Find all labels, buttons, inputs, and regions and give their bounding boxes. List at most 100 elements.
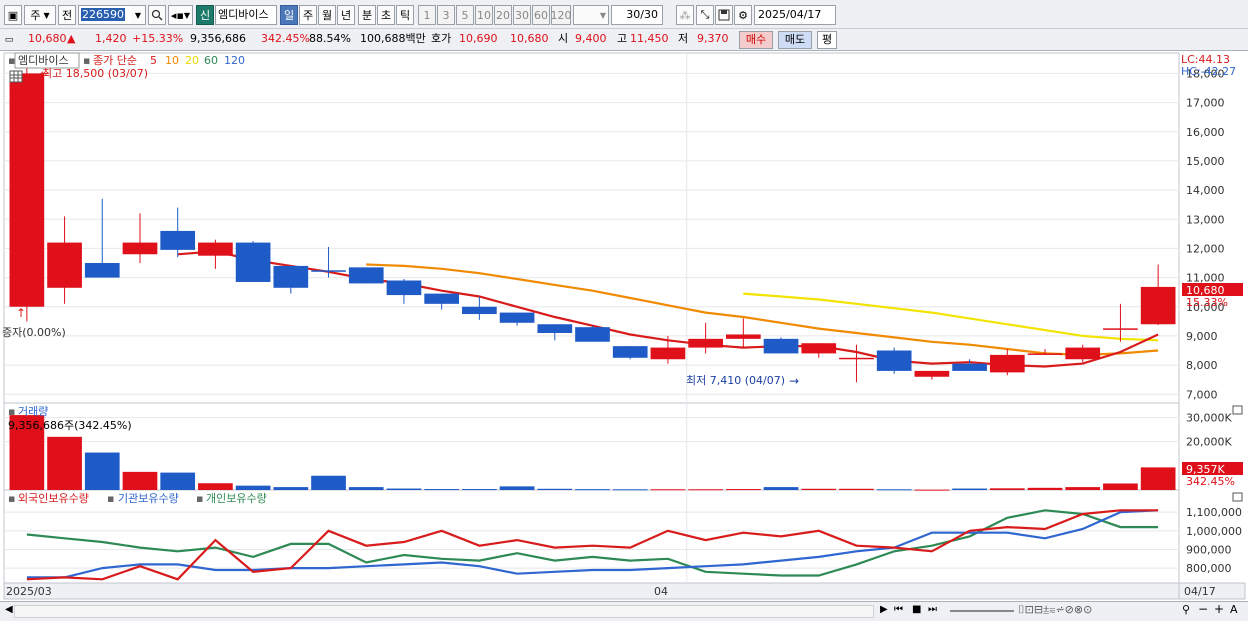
zoom-icon[interactable]: ⚲ bbox=[1182, 603, 1190, 616]
interval-5[interactable]: 5 bbox=[456, 5, 474, 25]
volume-bar bbox=[989, 488, 1025, 490]
legend-ma10: 10 bbox=[165, 54, 179, 67]
legend-stock-name[interactable]: 엠디바이스 bbox=[18, 54, 69, 67]
auto-scale-icon[interactable]: A bbox=[1230, 603, 1238, 616]
draw-tools-icon[interactable]: ⌷⊡⊟⩲⩳⩫⊘⊗⊙ bbox=[1018, 603, 1092, 617]
zoom-in-icon[interactable]: + bbox=[1214, 602, 1224, 616]
candle-body bbox=[612, 346, 648, 358]
volume-bar bbox=[1103, 483, 1138, 490]
x-axis-mid: 04 bbox=[654, 585, 668, 598]
play-icon[interactable]: ⏭ bbox=[928, 604, 937, 615]
volume-bar bbox=[725, 489, 761, 491]
legend-ma20: 20 bbox=[185, 54, 199, 67]
holdings-close-icon[interactable] bbox=[1232, 492, 1243, 502]
hc-label: HC:-42.27 bbox=[1181, 65, 1236, 78]
zoom-slider[interactable] bbox=[950, 610, 1014, 612]
period-second[interactable]: 초 bbox=[377, 5, 395, 25]
date-input[interactable]: 2025/04/17 bbox=[754, 5, 836, 25]
scroll-left-icon[interactable]: ◀ bbox=[5, 604, 13, 615]
candle-body bbox=[839, 357, 874, 360]
volume-bar bbox=[650, 489, 686, 491]
low-note: 최저 7,410 (04/07) bbox=[686, 374, 785, 387]
period-week[interactable]: 주 bbox=[299, 5, 317, 25]
eval-button[interactable]: 평 bbox=[817, 31, 837, 49]
main-toolbar: ▣ 주 ▼ 전 226590 ▼ ◂▪ ▼ 신 엠디바이스 일 주 월 년 분 초 … bbox=[0, 0, 1248, 29]
volume-bar bbox=[1065, 487, 1101, 490]
period-day[interactable]: 일 bbox=[280, 5, 298, 25]
period-select[interactable]: 주 ▼ bbox=[24, 5, 56, 25]
period-minute[interactable]: 분 bbox=[358, 5, 376, 25]
volume-bar bbox=[575, 489, 610, 491]
candle-body bbox=[725, 334, 761, 339]
price-change: 1,420 bbox=[95, 32, 127, 45]
volume-ratio: 342.45% bbox=[261, 32, 310, 45]
zoom-out-icon[interactable]: − bbox=[1198, 602, 1208, 616]
interval-120[interactable]: 120 bbox=[551, 5, 572, 25]
hoga-ask: 10,690 bbox=[459, 32, 498, 45]
prev-button[interactable]: 전 bbox=[58, 5, 76, 25]
event-arrow-icon: ↑ bbox=[16, 306, 26, 320]
save-icon[interactable] bbox=[715, 5, 733, 25]
interval-3[interactable]: 3 bbox=[437, 5, 455, 25]
candle-body bbox=[1103, 328, 1138, 330]
period-month[interactable]: 월 bbox=[318, 5, 336, 25]
scroll-right-icon[interactable]: ▶ bbox=[880, 604, 888, 615]
candle-body bbox=[688, 338, 723, 348]
gear-icon[interactable]: ⚙ bbox=[734, 5, 752, 25]
price-chart[interactable]: 7,0008,0009,00010,00011,00012,00013,0001… bbox=[0, 51, 1248, 602]
search-icon[interactable] bbox=[148, 5, 166, 25]
low-price: 9,370 bbox=[697, 32, 729, 45]
interval-30[interactable]: 30 bbox=[513, 5, 531, 25]
candle-body bbox=[1027, 353, 1063, 355]
period-tick[interactable]: 틱 bbox=[396, 5, 414, 25]
stop-icon[interactable]: ■ bbox=[912, 604, 921, 615]
svg-text:▪: ▪ bbox=[107, 492, 114, 505]
price-tick-label: 13,000 bbox=[1186, 213, 1225, 226]
volume-bar bbox=[688, 489, 723, 491]
price-tick-label: 15,000 bbox=[1186, 155, 1225, 168]
candle-body bbox=[1065, 347, 1101, 360]
candle-body bbox=[989, 354, 1025, 373]
window-icon[interactable]: ▣ bbox=[4, 5, 22, 25]
period-year[interactable]: 년 bbox=[337, 5, 355, 25]
price-tick-label: 8,000 bbox=[1186, 359, 1218, 372]
price-tick-label: 16,000 bbox=[1186, 126, 1225, 139]
first-icon[interactable]: ⏮ bbox=[894, 604, 903, 615]
volume-bar bbox=[462, 489, 497, 491]
volume-bar bbox=[876, 489, 912, 491]
candle-body bbox=[499, 312, 535, 323]
chart-area[interactable]: 7,000 8,000 9,000 10,000 11,000 12,000 13,000 1… bbox=[0, 51, 1248, 602]
horizontal-scrollbar[interactable] bbox=[14, 605, 874, 618]
price-tick-label: 17,000 bbox=[1186, 97, 1225, 110]
open-label: 시 bbox=[558, 32, 569, 45]
code-dropdown-icon[interactable]: ▼ bbox=[131, 5, 146, 25]
volume-close-icon[interactable] bbox=[1232, 405, 1243, 415]
sell-button[interactable]: 매도 bbox=[778, 31, 812, 49]
candle-body bbox=[424, 293, 460, 304]
interval-60[interactable]: 60 bbox=[532, 5, 550, 25]
interval-1[interactable]: 1 bbox=[418, 5, 436, 25]
foreign-holding-label: 외국인보유수량 bbox=[18, 492, 89, 505]
volume-bar bbox=[1027, 487, 1063, 490]
candle-body bbox=[1140, 286, 1176, 325]
candle-body bbox=[462, 306, 497, 315]
scroll-mode-icon[interactable]: ⁂ bbox=[676, 5, 694, 25]
buy-button[interactable]: 매수 bbox=[739, 31, 773, 49]
interval-10[interactable]: 10 bbox=[475, 5, 493, 25]
volume-bar bbox=[499, 486, 535, 490]
crosshair-icon[interactable]: ⤡ bbox=[696, 5, 714, 25]
panel-icon[interactable]: ▭ bbox=[4, 31, 14, 49]
interval-select[interactable]: ▼ bbox=[573, 5, 609, 25]
up-arrow-icon: ▲ bbox=[67, 32, 76, 45]
table-icon[interactable] bbox=[9, 70, 23, 83]
sound-icon[interactable]: ◂▪ ▼ bbox=[168, 5, 193, 25]
svg-text:▪: ▪ bbox=[83, 54, 90, 67]
interval-20[interactable]: 20 bbox=[494, 5, 512, 25]
holdings-tick-label: 900,000 bbox=[1186, 543, 1232, 556]
event-note: 증자(0.00%) bbox=[2, 326, 66, 339]
candle-body bbox=[235, 242, 271, 282]
low-arrow-icon: → bbox=[789, 374, 799, 388]
high-note: 최고 18,500 (03/07) bbox=[42, 67, 148, 80]
svg-text:▪: ▪ bbox=[8, 405, 15, 418]
volume-note: 9,356,686주(342.45%) bbox=[8, 419, 132, 432]
